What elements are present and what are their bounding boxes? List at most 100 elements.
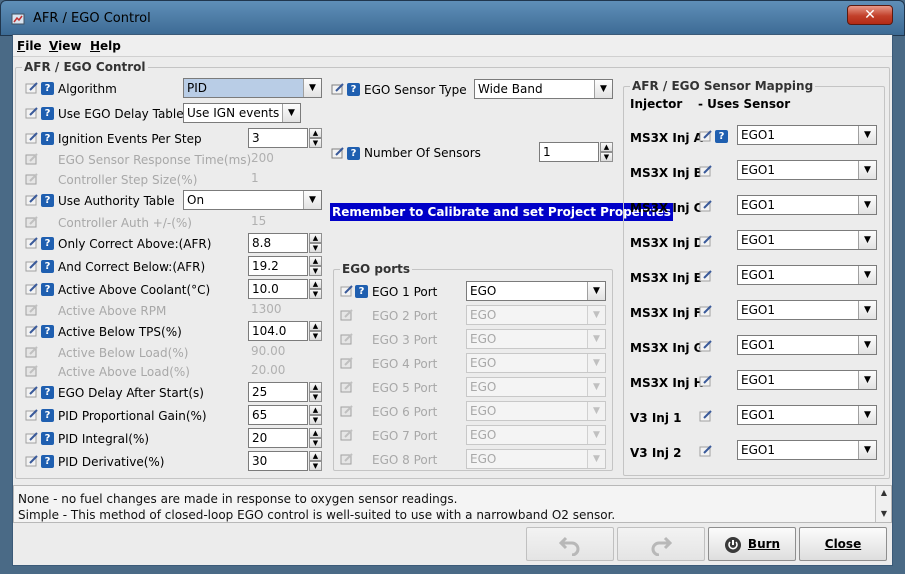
param-1-select[interactable]: Use IGN events ▼ bbox=[183, 103, 301, 123]
pencil-note-icon[interactable] bbox=[699, 339, 713, 353]
pencil-note-icon[interactable] bbox=[331, 146, 345, 160]
spin-up-button[interactable]: ▲ bbox=[309, 128, 322, 138]
spin-down-button[interactable]: ▼ bbox=[309, 266, 322, 276]
injector-5-sensor-select[interactable]: EGO1 ▼ bbox=[737, 300, 877, 320]
question-icon[interactable]: ? bbox=[41, 283, 54, 296]
pencil-note-icon[interactable] bbox=[25, 408, 39, 422]
param-15-spinner-field[interactable]: 65 bbox=[248, 405, 308, 425]
param-17-spinner-field[interactable]: 30 bbox=[248, 451, 308, 471]
param-16-spinner-field[interactable]: 20 bbox=[248, 428, 308, 448]
question-icon[interactable]: ? bbox=[41, 194, 54, 207]
injector-3-sensor-select[interactable]: EGO1 ▼ bbox=[737, 230, 877, 250]
scroll-up-arrow-icon[interactable]: ▲ bbox=[877, 487, 891, 499]
param-0-select[interactable]: PID ▼ bbox=[183, 78, 322, 98]
injector-2-sensor-select[interactable]: EGO1 ▼ bbox=[737, 195, 877, 215]
help-text-panel[interactable]: None - no fuel changes are made in respo… bbox=[13, 485, 892, 523]
pencil-note-icon[interactable] bbox=[25, 106, 39, 120]
pencil-note-icon[interactable] bbox=[699, 199, 713, 213]
pencil-note-icon[interactable] bbox=[25, 81, 39, 95]
question-icon[interactable]: ? bbox=[715, 130, 728, 143]
param-2-spinner[interactable]: 3 ▲ ▼ bbox=[248, 128, 322, 148]
spin-down-button[interactable]: ▼ bbox=[309, 331, 322, 341]
pencil-note-icon[interactable] bbox=[25, 131, 39, 145]
spin-up-button[interactable]: ▲ bbox=[600, 142, 613, 152]
question-icon[interactable]: ? bbox=[41, 107, 54, 120]
param-15-spinner[interactable]: 65 ▲ ▼ bbox=[248, 405, 322, 425]
param-5-select[interactable]: On ▼ bbox=[183, 190, 322, 210]
param-2-spinner-field[interactable]: 3 bbox=[248, 128, 308, 148]
injector-9-sensor-select[interactable]: EGO1 ▼ bbox=[737, 440, 877, 460]
spin-down-button[interactable]: ▼ bbox=[309, 138, 322, 148]
pencil-note-icon[interactable] bbox=[25, 282, 39, 296]
close-button[interactable]: Close bbox=[799, 527, 887, 561]
redo-button[interactable] bbox=[617, 527, 705, 561]
question-icon[interactable]: ? bbox=[41, 82, 54, 95]
spin-down-button[interactable]: ▼ bbox=[309, 461, 322, 471]
question-icon[interactable]: ? bbox=[41, 132, 54, 145]
pencil-note-icon[interactable] bbox=[25, 431, 39, 445]
spin-up-button[interactable]: ▲ bbox=[309, 405, 322, 415]
injector-1-sensor-select[interactable]: EGO1 ▼ bbox=[737, 160, 877, 180]
injector-6-sensor-select[interactable]: EGO1 ▼ bbox=[737, 335, 877, 355]
pencil-note-icon[interactable] bbox=[699, 374, 713, 388]
question-icon[interactable]: ? bbox=[347, 83, 360, 96]
param-16-spinner[interactable]: 20 ▲ ▼ bbox=[248, 428, 322, 448]
injector-4-sensor-select[interactable]: EGO1 ▼ bbox=[737, 265, 877, 285]
pencil-note-icon[interactable] bbox=[699, 269, 713, 283]
question-icon[interactable]: ? bbox=[41, 432, 54, 445]
spin-up-button[interactable]: ▲ bbox=[309, 279, 322, 289]
help-text-scrollbar[interactable]: ▲ ▼ bbox=[875, 486, 891, 522]
pencil-note-icon[interactable] bbox=[340, 284, 354, 298]
scroll-down-arrow-icon[interactable]: ▼ bbox=[877, 508, 891, 520]
param-9-spinner-field[interactable]: 10.0 bbox=[248, 279, 308, 299]
spin-down-button[interactable]: ▼ bbox=[309, 438, 322, 448]
param-8-spinner[interactable]: 19.2 ▲ ▼ bbox=[248, 256, 322, 276]
spin-down-button[interactable]: ▼ bbox=[309, 289, 322, 299]
pencil-note-icon[interactable] bbox=[25, 385, 39, 399]
param-17-spinner[interactable]: 30 ▲ ▼ bbox=[248, 451, 322, 471]
spin-up-button[interactable]: ▲ bbox=[309, 233, 322, 243]
pencil-note-icon[interactable] bbox=[699, 234, 713, 248]
pencil-note-icon[interactable] bbox=[25, 324, 39, 338]
injector-0-sensor-select[interactable]: EGO1 ▼ bbox=[737, 125, 877, 145]
spin-up-button[interactable]: ▲ bbox=[309, 428, 322, 438]
spin-up-button[interactable]: ▲ bbox=[309, 382, 322, 392]
pencil-note-icon[interactable] bbox=[25, 236, 39, 250]
spin-down-button[interactable]: ▼ bbox=[309, 415, 322, 425]
title-bar[interactable]: AFR / EGO Control ✕ bbox=[0, 0, 905, 36]
pencil-note-icon[interactable] bbox=[699, 129, 713, 143]
pencil-note-icon[interactable] bbox=[25, 193, 39, 207]
question-icon[interactable]: ? bbox=[355, 285, 368, 298]
question-icon[interactable]: ? bbox=[347, 147, 360, 160]
spin-up-button[interactable]: ▲ bbox=[309, 451, 322, 461]
menu-view[interactable]: View bbox=[49, 39, 81, 53]
ego-sensor-type-select[interactable]: Wide Band ▼ bbox=[474, 79, 613, 99]
injector-8-sensor-select[interactable]: EGO1 ▼ bbox=[737, 405, 877, 425]
question-icon[interactable]: ? bbox=[41, 409, 54, 422]
pencil-note-icon[interactable] bbox=[699, 444, 713, 458]
injector-7-sensor-select[interactable]: EGO1 ▼ bbox=[737, 370, 877, 390]
pencil-note-icon[interactable] bbox=[331, 82, 345, 96]
param-11-spinner[interactable]: 104.0 ▲ ▼ bbox=[248, 321, 322, 341]
pencil-note-icon[interactable] bbox=[699, 304, 713, 318]
pencil-note-icon[interactable] bbox=[699, 409, 713, 423]
question-icon[interactable]: ? bbox=[41, 325, 54, 338]
param-8-spinner-field[interactable]: 19.2 bbox=[248, 256, 308, 276]
question-icon[interactable]: ? bbox=[41, 237, 54, 250]
spin-up-button[interactable]: ▲ bbox=[309, 256, 322, 266]
burn-button[interactable]: Burn bbox=[708, 527, 796, 561]
pencil-note-icon[interactable] bbox=[699, 164, 713, 178]
spin-up-button[interactable]: ▲ bbox=[309, 321, 322, 331]
question-icon[interactable]: ? bbox=[41, 455, 54, 468]
spin-down-button[interactable]: ▼ bbox=[309, 243, 322, 253]
param-14-spinner[interactable]: 25 ▲ ▼ bbox=[248, 382, 322, 402]
question-icon[interactable]: ? bbox=[41, 260, 54, 273]
param-7-spinner-field[interactable]: 8.8 bbox=[248, 233, 308, 253]
param-9-spinner[interactable]: 10.0 ▲ ▼ bbox=[248, 279, 322, 299]
undo-button[interactable] bbox=[526, 527, 614, 561]
number-of-sensors-spinner[interactable]: 1 ▲ ▼ bbox=[539, 142, 613, 162]
pencil-note-icon[interactable] bbox=[25, 259, 39, 273]
number-of-sensors-field[interactable]: 1 bbox=[539, 142, 599, 162]
ego-port-1-select[interactable]: EGO ▼ bbox=[466, 281, 606, 301]
param-7-spinner[interactable]: 8.8 ▲ ▼ bbox=[248, 233, 322, 253]
